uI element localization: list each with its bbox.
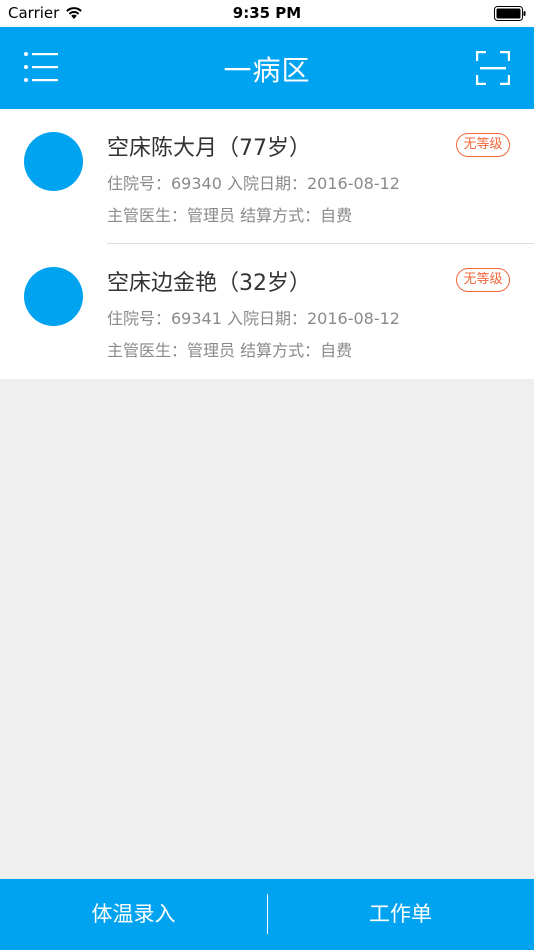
avatar	[24, 267, 83, 326]
patient-name: 空床陈大月（77岁）	[107, 136, 311, 161]
status-time: 9:35 PM	[232, 4, 302, 22]
page-title: 一病区	[223, 54, 311, 87]
battery-icon	[494, 6, 526, 21]
status-badge: 无等级	[456, 268, 510, 292]
patient-doctor-info: 主管医生：管理员 结算方式：自费	[107, 206, 353, 225]
nav-bar: 一病区	[0, 27, 534, 109]
list-item[interactable]: 空床陈大月（77岁） 住院号：69340 入院日期：2016-08-12 主管医…	[0, 109, 534, 244]
patient-name: 空床边金艳（32岁）	[107, 271, 311, 296]
tab-temperature-entry[interactable]: 体温录入	[0, 879, 267, 950]
status-badge: 无等级	[456, 133, 510, 157]
patient-list: 空床陈大月（77岁） 住院号：69340 入院日期：2016-08-12 主管医…	[0, 109, 534, 379]
status-bar: Carrier 9:35 PM	[0, 0, 534, 27]
patient-admission-info: 住院号：69340 入院日期：2016-08-12	[107, 174, 400, 193]
patient-doctor-info: 主管医生：管理员 结算方式：自费	[107, 341, 353, 360]
scan-icon[interactable]	[476, 51, 510, 85]
tab-work-order[interactable]: 工作单	[267, 879, 534, 950]
avatar	[24, 132, 83, 191]
list-item[interactable]: 空床边金艳（32岁） 住院号：69341 入院日期：2016-08-12 主管医…	[0, 244, 534, 379]
patient-admission-info: 住院号：69341 入院日期：2016-08-12	[107, 309, 400, 328]
bottom-tab-bar: 体温录入 工作单	[0, 879, 534, 950]
